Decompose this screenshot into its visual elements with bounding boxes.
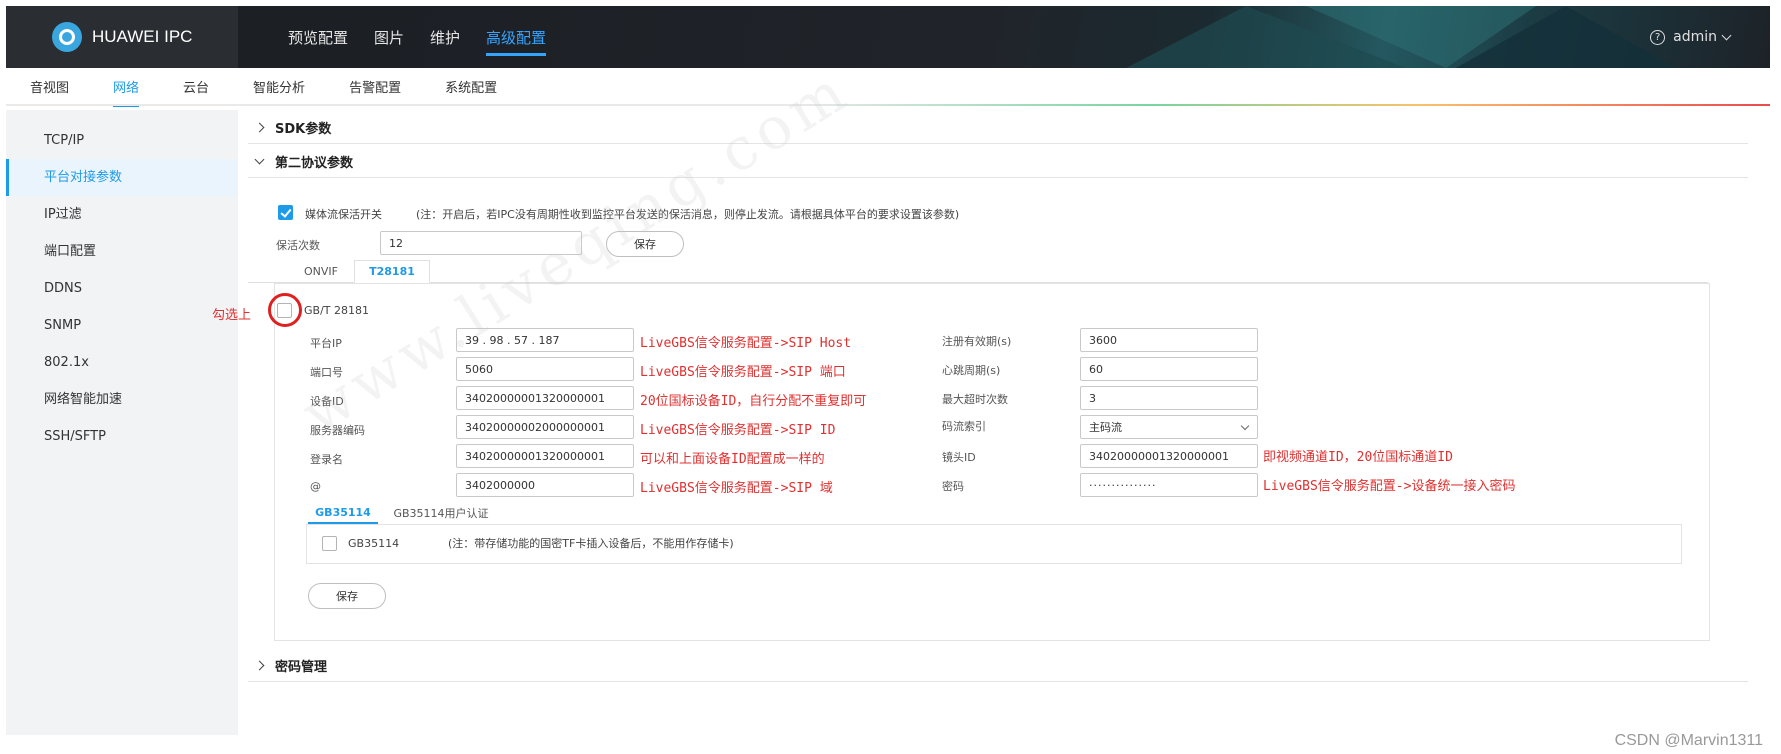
main-nav-picture[interactable]: 图片 — [374, 23, 404, 52]
gb-save-button[interactable]: 保存 — [308, 583, 386, 609]
field-label: 镜头ID — [942, 451, 976, 464]
field-label: 密码 — [942, 480, 964, 493]
register-expiry-input[interactable]: 3600 — [1080, 328, 1258, 352]
annotation-check-hint: 勾选上 — [212, 308, 252, 323]
sidebar-item-8021x[interactable]: 802.1x — [6, 344, 238, 381]
chevron-right-icon — [254, 122, 265, 133]
username[interactable]: admin — [1673, 29, 1717, 45]
sidebar: TCP/IP 平台对接参数 IP过滤 端口配置 DDNS SNMP 802.1x… — [6, 110, 238, 735]
sidebar-item-ddns[interactable]: DDNS — [6, 270, 238, 307]
subnav-audio-video[interactable]: 音视图 — [30, 71, 69, 102]
gb28181-checkbox[interactable] — [277, 303, 292, 318]
chevron-right-icon — [254, 660, 265, 671]
field-label: 平台IP — [310, 337, 342, 350]
tab-onvif[interactable]: ONVIF — [288, 260, 354, 283]
sidebar-item-tcpip[interactable]: TCP/IP — [6, 122, 238, 159]
user-menu[interactable]: ? admin — [1650, 6, 1732, 68]
device-id-input[interactable]: 34020000001320000001 — [456, 386, 634, 410]
sidebar-item-ssh[interactable]: SSH/SFTP — [6, 418, 238, 455]
brand: HUAWEI IPC — [6, 6, 238, 68]
footer-credit: CSDN @Marvin1311 — [1614, 732, 1763, 749]
stream-index-select[interactable]: 主码流 — [1080, 415, 1258, 439]
keepalive-label: 媒体流保活开关 — [305, 208, 382, 221]
subnav-system[interactable]: 系统配置 — [445, 71, 497, 102]
sidebar-item-ip-filter[interactable]: IP过滤 — [6, 196, 238, 233]
keepalive-note: (注：开启后，若IPC没有周期性收到监控平台发送的保活消息，则停止发流。请根据具… — [416, 208, 960, 221]
heartbeat-input[interactable]: 60 — [1080, 357, 1258, 381]
section-second-title: 第二协议参数 — [275, 156, 354, 171]
field-label: @ — [310, 480, 321, 493]
field-label: 注册有效期(s) — [942, 335, 1012, 348]
field-label: 码流索引 — [942, 420, 986, 433]
sidebar-item-net-accel[interactable]: 网络智能加速 — [6, 381, 238, 418]
domain-input[interactable]: 3402000000 — [456, 473, 634, 497]
gb35114-note: (注：带存储功能的国密TF卡插入设备后，不能用作存储卡) — [448, 537, 734, 550]
port-input[interactable]: 5060 — [456, 357, 634, 381]
main-nav: 预览配置 图片 维护 高级配置 — [288, 6, 572, 68]
subnav-ptz[interactable]: 云台 — [183, 71, 209, 102]
section-second-protocol[interactable]: 第二协议参数 — [248, 146, 1748, 178]
chevron-down-icon — [1240, 421, 1250, 431]
annotation-login: 可以和上面设备ID配置成一样的 — [640, 452, 825, 467]
field-label: 设备ID — [310, 395, 344, 408]
annotation-device-id: 20位国标设备ID，自行分配不重复即可 — [640, 394, 867, 409]
subtab-gb35114-auth[interactable]: GB35114用户认证 — [386, 502, 496, 524]
sidebar-item-snmp[interactable]: SNMP — [6, 307, 238, 344]
section-sdk-title: SDK参数 — [275, 122, 332, 137]
gb28181-label: GB/T 28181 — [304, 304, 369, 317]
field-label: 心跳周期(s) — [942, 364, 1001, 377]
gb35114-checkbox[interactable] — [322, 536, 337, 551]
password-input[interactable]: ··············· — [1080, 473, 1258, 497]
field-label: 最大超时次数 — [942, 393, 1008, 406]
annotation-platform-ip: LiveGBS信令服务配置->SIP Host — [640, 336, 852, 351]
subnav-smart-analysis[interactable]: 智能分析 — [253, 71, 305, 102]
section-password[interactable]: 密码管理 — [248, 650, 1748, 682]
keepalive-count-label: 保活次数 — [276, 239, 320, 252]
subnav-network[interactable]: 网络 — [113, 71, 140, 107]
section-sdk[interactable]: SDK参数 — [248, 112, 1748, 144]
section-password-title: 密码管理 — [275, 660, 328, 675]
header-divider — [6, 104, 1770, 106]
sidebar-item-port[interactable]: 端口配置 — [6, 233, 238, 270]
subnav-alarm[interactable]: 告警配置 — [349, 71, 401, 102]
main-nav-maintenance[interactable]: 维护 — [430, 23, 460, 52]
annotation-server-code: LiveGBS信令服务配置->SIP ID — [640, 423, 836, 438]
main-nav-preview[interactable]: 预览配置 — [288, 23, 348, 52]
top-bar: HUAWEI IPC 预览配置 图片 维护 高级配置 ? admin — [6, 6, 1770, 68]
huawei-logo-icon — [52, 22, 82, 52]
app-window: HUAWEI IPC 预览配置 图片 维护 高级配置 ? admin 音视图 网… — [0, 0, 1781, 754]
field-label: 端口号 — [310, 366, 343, 379]
channel-id-input[interactable]: 34020000001320000001 — [1080, 444, 1258, 468]
platform-ip-input[interactable]: 39 . 98 . 57 . 187 — [456, 328, 634, 352]
sub-nav: 音视图 网络 云台 智能分析 告警配置 系统配置 — [6, 68, 1770, 107]
annotation-domain: LiveGBS信令服务配置->SIP 域 — [640, 481, 833, 496]
login-name-input[interactable]: 34020000001320000001 — [456, 444, 634, 468]
main-nav-advanced[interactable]: 高级配置 — [486, 23, 547, 56]
chevron-down-icon — [254, 154, 265, 165]
subtab-gb35114[interactable]: GB35114 — [308, 502, 378, 524]
annotation-password: LiveGBS信令服务配置->设备统一接入密码 — [1263, 479, 1516, 494]
server-code-input[interactable]: 34020000002000000001 — [456, 415, 634, 439]
annotation-channel: 即视频通道ID，20位国标通道ID — [1263, 450, 1453, 465]
brand-name: HUAWEI IPC — [92, 27, 193, 46]
tab-t28181[interactable]: T28181 — [354, 260, 430, 283]
max-timeout-input[interactable]: 3 — [1080, 386, 1258, 410]
annotation-port: LiveGBS信令服务配置->SIP 端口 — [640, 365, 846, 380]
keepalive-save-button[interactable]: 保存 — [606, 231, 684, 257]
gb35114-label: GB35114 — [348, 537, 400, 550]
chevron-down-icon — [1721, 30, 1732, 40]
field-label: 服务器编码 — [310, 424, 365, 437]
keepalive-count-input[interactable]: 12 — [380, 231, 582, 255]
keepalive-checkbox[interactable] — [278, 205, 293, 220]
stream-index-value: 主码流 — [1089, 421, 1122, 434]
help-icon[interactable]: ? — [1650, 29, 1666, 45]
field-label: 登录名 — [310, 453, 343, 466]
sidebar-item-platform[interactable]: 平台对接参数 — [6, 159, 238, 196]
main-content: SDK参数 第二协议参数 媒体流保活开关 (注：开启后，若IPC没有周期性收到监… — [212, 110, 1770, 750]
